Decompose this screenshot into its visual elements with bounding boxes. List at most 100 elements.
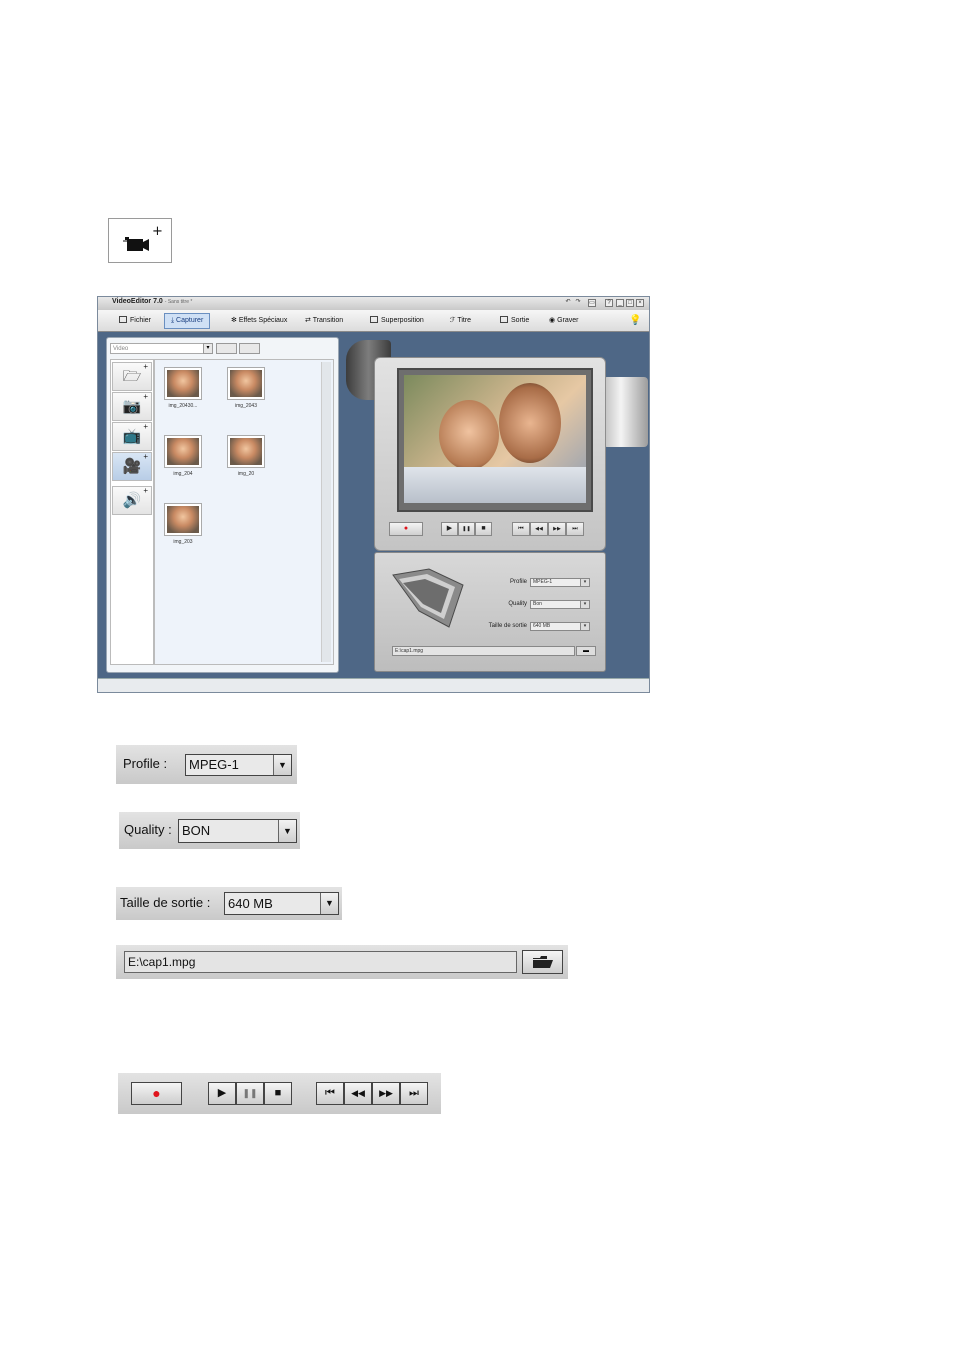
chevron-down-icon: ▼ (320, 893, 338, 914)
thumbnail-item[interactable] (164, 435, 202, 468)
capture-preview-panel: ● ▶ ❚❚ ■ ⏮ ◀◀ ▶▶ ⏭ (374, 357, 606, 551)
thumbnail-scrollbar[interactable] (321, 362, 331, 662)
zoom-profile-row: Profile : MPEG-1 ▼ (116, 745, 297, 784)
import-tools-column: 🗁 + 📷 + 📺 + 🎥 + 🔊 + (110, 359, 154, 665)
redo-icon[interactable]: ↷ (574, 299, 582, 307)
import-folder-button[interactable]: 🗁 + (112, 362, 152, 391)
camcorder-side-graphic (603, 377, 648, 447)
fast-forward-button[interactable]: ▶▶ (372, 1082, 400, 1105)
profile-select[interactable]: MPEG-1 ▾ (530, 578, 590, 587)
capture-video-button[interactable]: 🎥 + (112, 452, 152, 481)
stop-button-small[interactable]: ■ (475, 522, 492, 536)
record-button-small[interactable]: ● (389, 522, 423, 536)
previous-frame-button[interactable]: ⏮ (316, 1082, 344, 1105)
media-library-panel: Video ▾ 🗁 + 📷 + 📺 + 🎥 + 🔊 + img_20430... img_… (106, 337, 339, 673)
rewind-button-small[interactable]: ◀◀ (530, 522, 548, 536)
menu-fichier[interactable]: Fichier (119, 315, 151, 327)
forward-button-small[interactable]: ▶▶ (548, 522, 566, 536)
play-button-small[interactable]: ▶ (441, 522, 458, 536)
add-to-library-button[interactable] (216, 343, 237, 354)
profile-label: Profile : (123, 756, 168, 771)
browse-folder-button[interactable] (522, 950, 563, 974)
record-button[interactable]: ● (131, 1082, 182, 1105)
output-path-field[interactable]: E:\cap1.mpg (392, 646, 575, 656)
quality-select[interactable]: BON ▼ (178, 819, 297, 843)
video-camera-icon: 🎥 (122, 458, 142, 475)
menu-superposition[interactable]: Superposition (370, 315, 424, 327)
output-size-select[interactable]: 640 MB ▾ (530, 622, 590, 631)
minimize-icon[interactable]: _ (616, 299, 624, 307)
profile-select[interactable]: MPEG-1 ▼ (185, 754, 292, 776)
pause-button-small[interactable]: ❚❚ (458, 522, 475, 536)
open-folder-icon (532, 956, 553, 968)
next-frame-button[interactable]: ⏭ (400, 1082, 428, 1105)
menu-capturer[interactable]: ⤓ Capturer (164, 313, 211, 329)
chevron-down-icon: ▾ (580, 623, 589, 630)
video-editor-window: VideoEditor 7.0 - Sans titre * ↶ ↷ ▭ ? _… (97, 296, 650, 693)
thumbnail-label: img_203 (173, 539, 193, 545)
menu-effets-speciaux[interactable]: ✻ Effets Spéciaux (231, 315, 287, 327)
quality-select[interactable]: Bon ▾ (530, 600, 590, 609)
chevron-down-icon: ▼ (273, 755, 291, 775)
menu-graver[interactable]: ◉ Graver (549, 315, 578, 327)
zoom-transport-controls: ● ▶ ❚❚ ■ ⏮ ◀◀ ▶▶ ⏭ (118, 1073, 441, 1114)
menu-transition[interactable]: ⇄ Transition (305, 315, 343, 327)
capture-settings-panel: Profile MPEG-1 ▾ Quality Bon ▾ Taille de s… (374, 552, 606, 672)
import-tv-button[interactable]: 📺 + (112, 422, 152, 451)
rewind-button[interactable]: ◀◀ (344, 1082, 372, 1105)
profile-label: Profile (509, 579, 527, 585)
main-menu-bar: Fichier ⤓ Capturer ✻ Effets Spéciaux ⇄ T… (98, 310, 649, 332)
file-icon (119, 316, 127, 323)
browse-folder-icon[interactable]: ▬ (576, 646, 596, 656)
thumbnail-grid: img_20430... img_2043 img_204 img_20 img… (154, 359, 334, 665)
thumbnail-item[interactable] (227, 435, 265, 468)
maximize-icon[interactable]: □ (626, 299, 634, 307)
menu-sortie[interactable]: Sortie (500, 315, 529, 327)
menu-titre[interactable]: ℱ Titre (450, 315, 471, 327)
undo-icon[interactable]: ↶ (564, 299, 572, 307)
play-button[interactable]: ▶ (208, 1082, 236, 1105)
next-frame-button-small[interactable]: ⏭ (566, 522, 584, 536)
app-subtitle: - Sans titre * (164, 299, 193, 305)
thumbnail-item[interactable] (164, 367, 202, 400)
stop-button[interactable]: ■ (264, 1082, 292, 1105)
import-audio-button[interactable]: 🔊 + (112, 486, 152, 515)
output-size-label: Taille de sortie : (120, 895, 211, 910)
import-photo-button[interactable]: 📷 + (112, 392, 152, 421)
output-size-label: Taille de sortie (488, 623, 527, 629)
chevron-down-icon: ▾ (580, 601, 589, 608)
thumbnail-item[interactable] (227, 367, 265, 400)
close-icon[interactable]: × (636, 299, 644, 307)
thumbnail-item[interactable] (164, 503, 202, 536)
thumbnail-label: img_204 (173, 471, 193, 477)
prev-frame-button-small[interactable]: ⏮ (512, 522, 530, 536)
help-icon[interactable]: ? (605, 299, 613, 307)
burn-icon: ◉ (549, 317, 558, 324)
transition-icon: ⇄ (305, 317, 313, 324)
output-path-field[interactable]: E:\cap1.mpg (124, 951, 517, 973)
output-size-select[interactable]: 640 MB ▼ (224, 892, 339, 915)
media-type-dropdown-icon[interactable]: ▾ (203, 343, 213, 354)
preview-frame (397, 368, 593, 512)
svg-text:+: + (152, 224, 163, 239)
title-bar: VideoEditor 7.0 - Sans titre * ↶ ↷ ▭ ? _… (98, 297, 649, 311)
remove-from-library-button[interactable] (239, 343, 260, 354)
add-video-capture-button[interactable]: + (108, 218, 172, 263)
folder-icon: 🗁 (122, 368, 142, 385)
add-video-capture-icon: + (123, 224, 163, 251)
zoom-quality-row: Quality : BON ▼ (119, 812, 300, 849)
camera-icon: 📷 (122, 398, 142, 415)
thumbnail-label: img_20430... (168, 403, 198, 409)
pause-button[interactable]: ❚❚ (236, 1082, 264, 1105)
quality-label: Quality : (124, 822, 172, 837)
media-type-select[interactable]: Video (110, 343, 204, 354)
preview-controls: ● ▶ ❚❚ ■ ⏮ ◀◀ ▶▶ ⏭ (389, 522, 587, 540)
tip-lightbulb-icon[interactable]: 💡 (629, 315, 641, 327)
app-title: VideoEditor 7.0 (112, 298, 163, 305)
overlay-icon (370, 316, 378, 323)
film-strip-icon (392, 568, 464, 628)
open-folder-icon[interactable]: ▭ (588, 299, 596, 307)
status-bar (98, 678, 649, 692)
chevron-down-icon: ▾ (580, 579, 589, 586)
quality-label: Quality (508, 601, 527, 607)
